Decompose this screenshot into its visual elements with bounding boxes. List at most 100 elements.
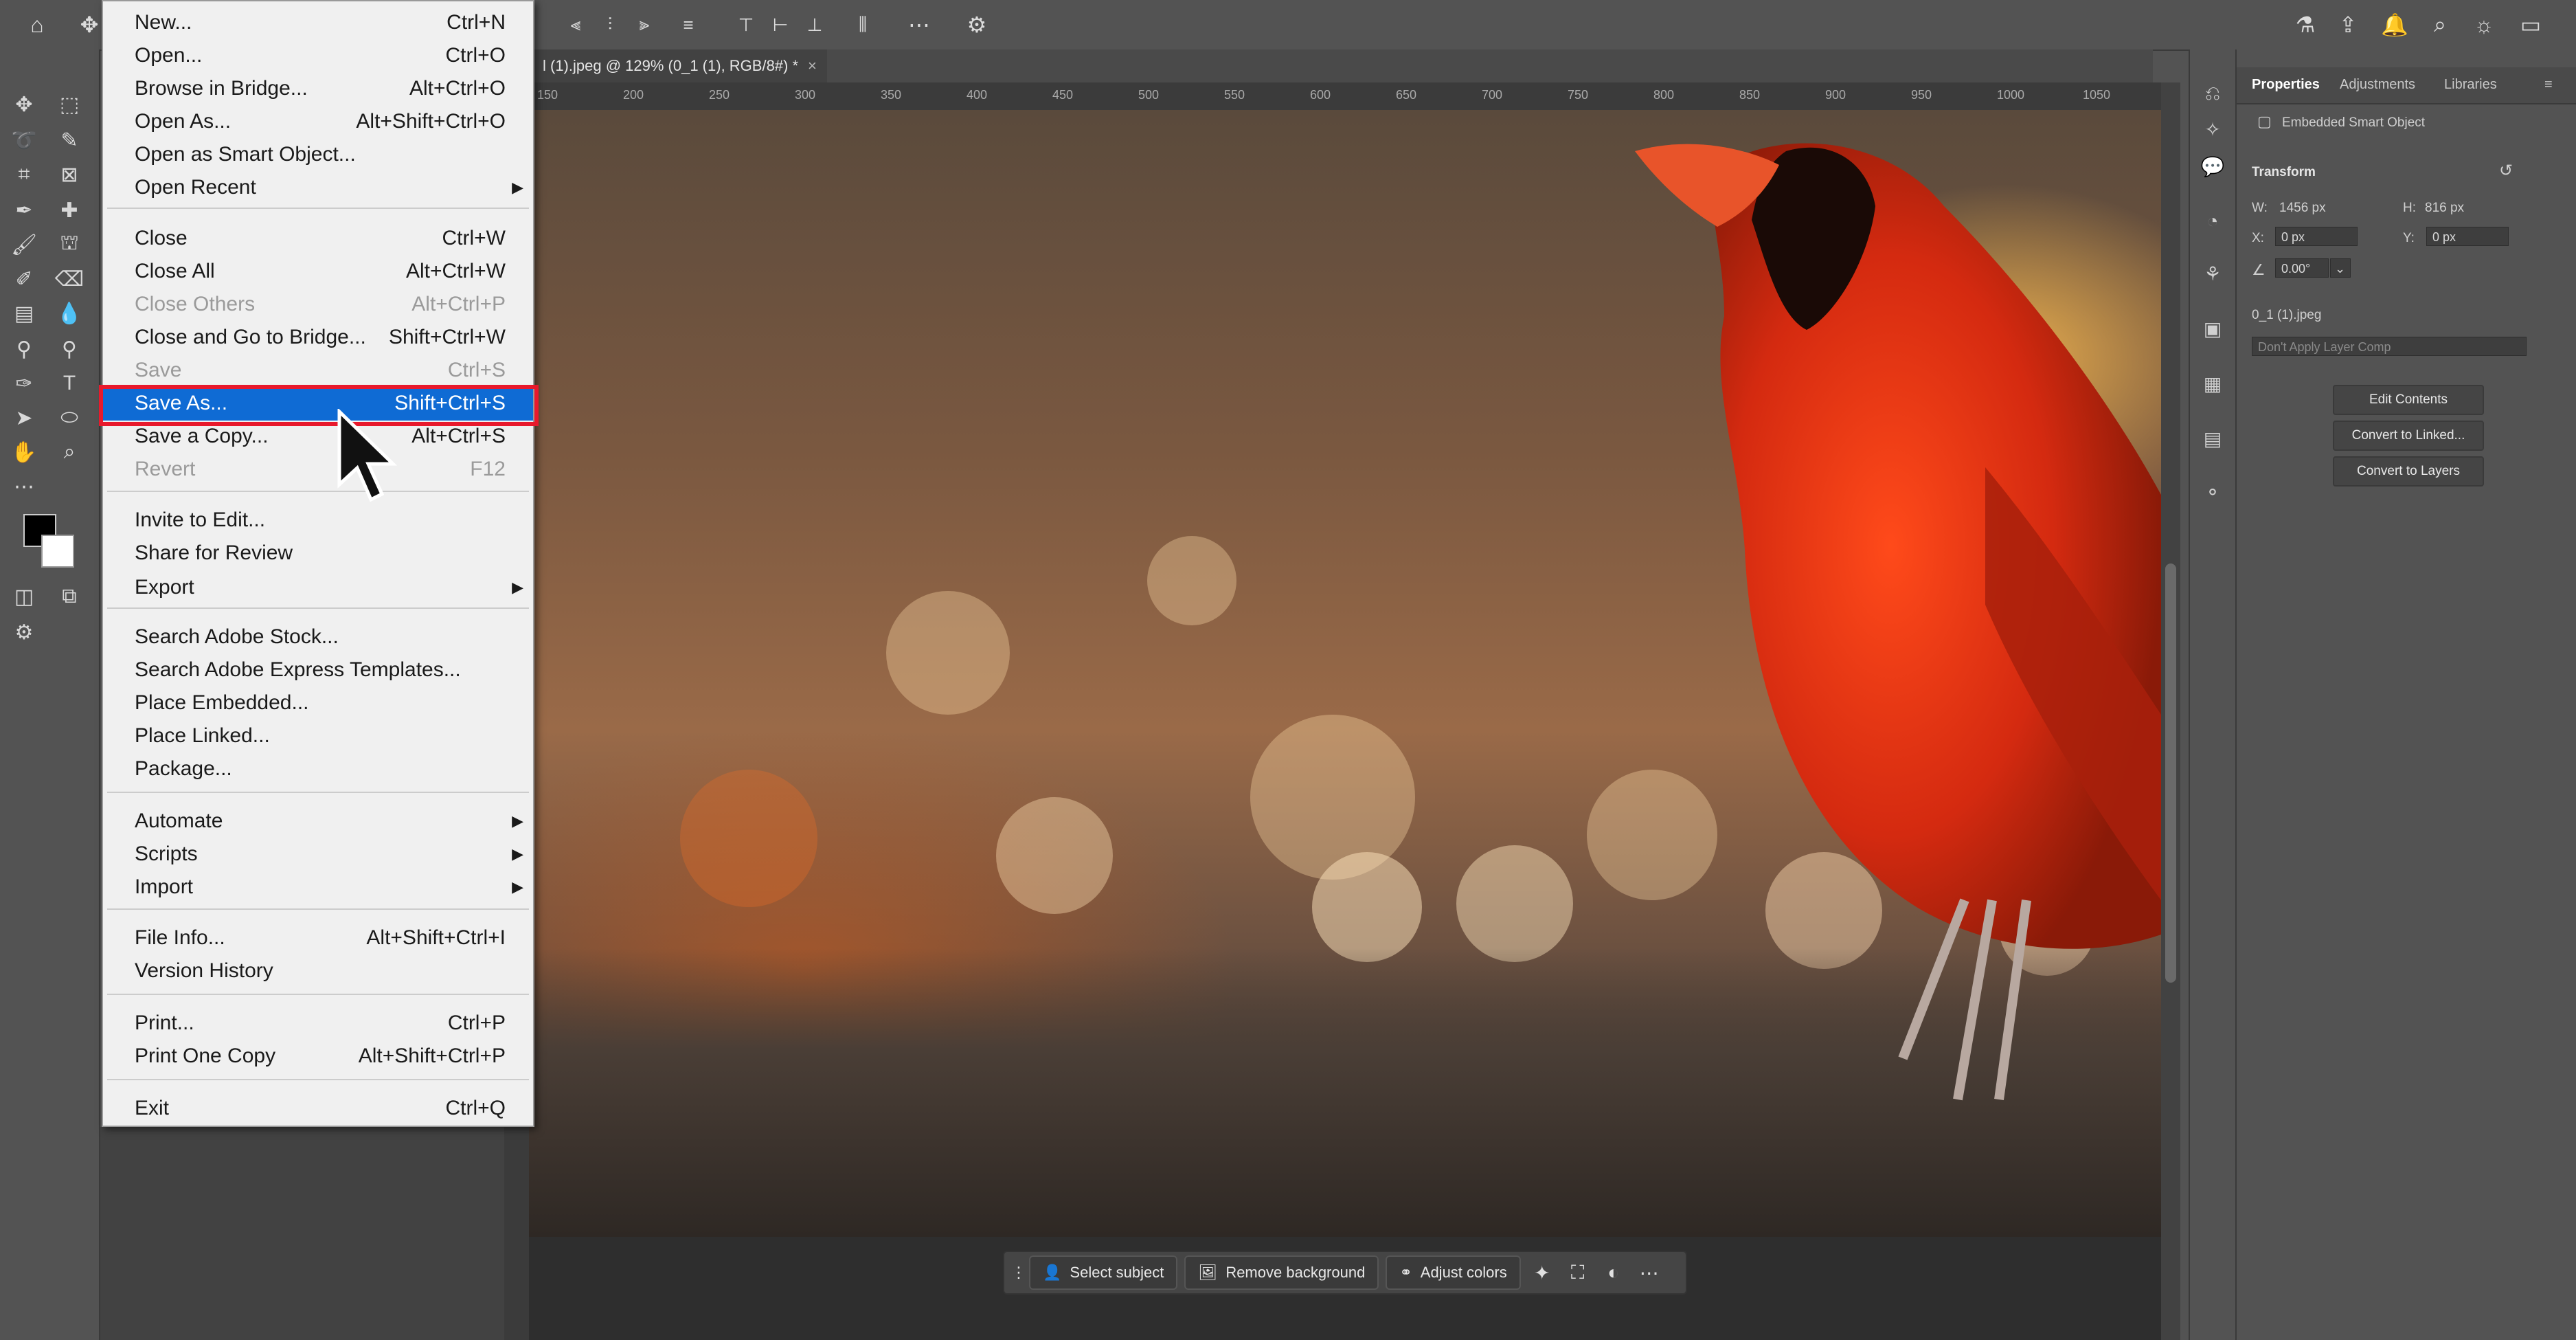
height-value[interactable]: 816 px xyxy=(2425,201,2464,216)
swatches-icon[interactable]: ⚘ xyxy=(2199,260,2226,287)
document-tab[interactable]: l (1).jpeg @ 129% (0_1 (1), RGB/8#) * × xyxy=(504,49,827,82)
marquee-icon[interactable]: ⬚ xyxy=(52,89,87,120)
menu-item-save[interactable]: Save Ctrl+S xyxy=(103,355,533,388)
search-icon[interactable]: ⌕ xyxy=(2426,11,2454,38)
hand-icon[interactable]: ✋ xyxy=(7,437,41,467)
patterns-icon[interactable]: ▦ xyxy=(2199,370,2226,397)
contrast-icon[interactable]: ◐ xyxy=(1599,1262,1628,1284)
menu-item-open-as[interactable]: Open As... Alt+Shift+Ctrl+O xyxy=(103,106,533,139)
angle-field[interactable]: 0.00° xyxy=(2275,258,2329,278)
bell-icon[interactable]: 🔔 xyxy=(2381,11,2408,38)
path-select-icon[interactable]: ➤ xyxy=(7,403,41,433)
align-top-icon[interactable]: ⊤ xyxy=(732,11,760,38)
menu-item-version-history[interactable]: Version History xyxy=(103,955,533,988)
menu-item-browse-in-bridge[interactable]: Browse in Bridge... Alt+Ctrl+O xyxy=(103,73,533,106)
lightbulb-icon[interactable]: ☼ xyxy=(2470,11,2498,38)
drag-handle-icon[interactable]: ⋮ xyxy=(1011,1264,1026,1282)
menu-item-export[interactable]: Export ▶ xyxy=(103,572,533,605)
more-tools-icon[interactable]: ⋯ xyxy=(7,471,41,502)
edit-contents-button[interactable]: Edit Contents xyxy=(2333,385,2484,415)
layer-comp-select[interactable]: Don't Apply Layer Comp xyxy=(2252,337,2527,356)
brush-settings-icon[interactable]: ✧ xyxy=(2199,115,2226,143)
channels-icon[interactable]: ⚬ xyxy=(2199,478,2226,506)
menu-item-close[interactable]: Close Ctrl+W xyxy=(103,223,533,256)
sparkle-icon[interactable]: ✦ xyxy=(1528,1262,1557,1284)
menu-item-scripts[interactable]: Scripts ▶ xyxy=(103,838,533,871)
scrollbar-thumb[interactable] xyxy=(2165,563,2176,983)
convert-to-linked-button[interactable]: Convert to Linked... xyxy=(2333,421,2484,451)
screen-mode-icon[interactable]: ⧉ xyxy=(52,581,87,612)
align-middle-icon[interactable]: ⊢ xyxy=(767,11,794,38)
menu-item-file-info[interactable]: File Info... Alt+Shift+Ctrl+I xyxy=(103,922,533,955)
healing-brush-icon[interactable]: ✚ xyxy=(52,195,87,225)
tab-adjustments[interactable]: Adjustments xyxy=(2340,77,2415,93)
select-subject-button[interactable]: 👤 Select subject xyxy=(1029,1255,1178,1290)
move-tool-icon[interactable]: ✥ xyxy=(76,11,103,38)
color-icon[interactable]: ◔ xyxy=(2199,208,2226,235)
move-icon[interactable]: ✥ xyxy=(7,89,41,120)
menu-item-close-and-go-to-bridge[interactable]: Close and Go to Bridge... Shift+Ctrl+W xyxy=(103,322,533,355)
width-value[interactable]: 1456 px xyxy=(2279,201,2326,216)
menu-item-search-adobe-express-templates[interactable]: Search Adobe Express Templates... xyxy=(103,654,533,687)
layers-icon[interactable]: ▤ xyxy=(2199,425,2226,452)
chevron-down-icon[interactable]: ⌄ xyxy=(2330,258,2351,278)
tab-libraries[interactable]: Libraries xyxy=(2444,77,2497,93)
eyedropper-icon[interactable]: ✒ xyxy=(7,195,41,225)
dodge-icon[interactable]: ⚲ xyxy=(7,334,41,364)
ellipse-icon[interactable]: ⬭ xyxy=(52,403,87,433)
menu-item-close-all[interactable]: Close All Alt+Ctrl+W xyxy=(103,256,533,289)
gear-icon[interactable]: ⚙ xyxy=(963,11,991,38)
menu-item-close-others[interactable]: Close Others Alt+Ctrl+P xyxy=(103,289,533,322)
menu-item-open[interactable]: Open... Ctrl+O xyxy=(103,40,533,73)
menu-item-automate[interactable]: Automate ▶ xyxy=(103,805,533,838)
frame-icon[interactable]: ⊠ xyxy=(52,159,87,190)
gradient-icon[interactable]: ▤ xyxy=(7,298,41,328)
crop-icon[interactable]: ⌗ xyxy=(7,159,41,190)
adjust-colors-button[interactable]: ⚭ Adjust colors xyxy=(1386,1255,1521,1290)
background-color-swatch[interactable] xyxy=(41,535,74,568)
history-brush-icon[interactable]: ✐ xyxy=(7,264,41,294)
menu-item-print-one-copy[interactable]: Print One Copy Alt+Shift+Ctrl+P xyxy=(103,1040,533,1073)
reset-icon[interactable]: ↺ xyxy=(2499,161,2513,181)
menu-item-open-recent[interactable]: Open Recent ▶ xyxy=(103,172,533,205)
menu-item-revert[interactable]: Revert F12 xyxy=(103,454,533,487)
distribute-vertical-icon[interactable]: ⫼ xyxy=(849,11,877,38)
menu-item-open-as-smart-object[interactable]: Open as Smart Object... xyxy=(103,139,533,172)
distribute-icon[interactable]: ≡ xyxy=(675,11,702,38)
tab-properties[interactable]: Properties xyxy=(2252,77,2320,93)
menu-item-exit[interactable]: Exit Ctrl+Q xyxy=(103,1093,533,1126)
quick-select-icon[interactable]: ✎ xyxy=(52,125,87,155)
close-tab-icon[interactable]: × xyxy=(808,57,817,75)
panel-menu-icon[interactable]: ≡ xyxy=(2544,77,2553,93)
menu-item-import[interactable]: Import ▶ xyxy=(103,871,533,904)
align-center-icon[interactable]: ⫶ xyxy=(596,11,624,38)
zoom-icon[interactable]: ⌕ xyxy=(52,437,87,467)
menu-item-place-linked[interactable]: Place Linked... xyxy=(103,720,533,753)
brush-icon[interactable]: 🖌 xyxy=(7,230,41,260)
history-icon[interactable]: ⎌ xyxy=(2199,80,2226,107)
more-options-icon[interactable]: ⋯ xyxy=(1635,1262,1664,1284)
menu-item-package[interactable]: Package... xyxy=(103,753,533,786)
transform-icon[interactable]: ⛶ xyxy=(1563,1262,1592,1284)
align-left-icon[interactable]: ⫷ xyxy=(562,11,589,38)
type-icon[interactable]: T xyxy=(52,368,87,399)
convert-to-layers-button[interactable]: Convert to Layers xyxy=(2333,456,2484,487)
stamp-icon[interactable]: ⛫ xyxy=(52,230,87,260)
menu-item-search-adobe-stock[interactable]: Search Adobe Stock... xyxy=(103,621,533,654)
menu-item-invite-to-edit[interactable]: Invite to Edit... xyxy=(103,504,533,537)
canvas-image[interactable] xyxy=(529,110,2161,1237)
eraser-icon[interactable]: ⌫ xyxy=(52,264,87,294)
more-options-icon[interactable]: ⋯ xyxy=(905,11,933,38)
align-bottom-icon[interactable]: ⊥ xyxy=(801,11,828,38)
menu-item-place-embedded[interactable]: Place Embedded... xyxy=(103,687,533,720)
menu-item-share-for-review[interactable]: Share for Review xyxy=(103,537,533,570)
blur-icon[interactable]: 💧 xyxy=(52,298,87,328)
share-icon[interactable]: ⇪ xyxy=(2334,11,2362,38)
pen-icon[interactable]: ✑ xyxy=(7,368,41,399)
menu-item-print[interactable]: Print... Ctrl+P xyxy=(103,1007,533,1040)
gradients-icon[interactable]: ▣ xyxy=(2199,315,2226,342)
home-icon[interactable]: ⌂ xyxy=(23,11,51,38)
generative-icon[interactable]: ⚙ xyxy=(7,617,41,647)
y-field[interactable]: 0 px xyxy=(2426,227,2509,246)
menu-item-new[interactable]: New... Ctrl+N xyxy=(103,7,533,40)
